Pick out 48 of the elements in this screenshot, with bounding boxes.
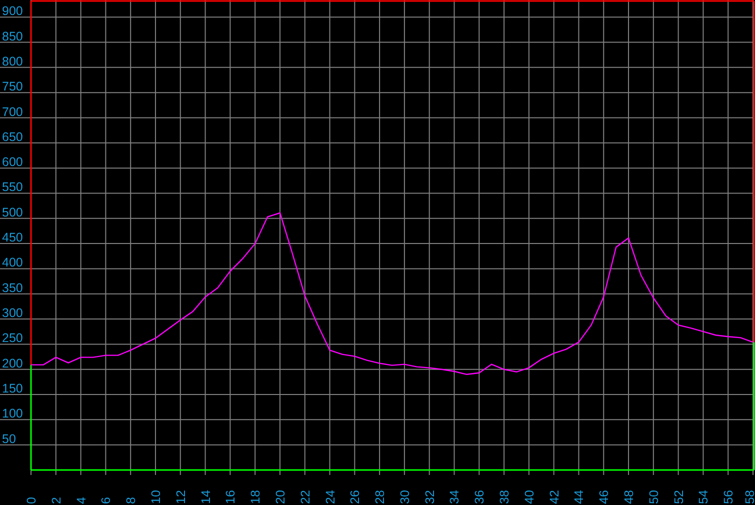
- x-tick-label: 34: [448, 490, 462, 504]
- y-tick-label: 350: [2, 280, 23, 295]
- y-tick-label: 600: [2, 155, 23, 170]
- y-tick-label: 200: [2, 356, 23, 370]
- y-tick-label: 450: [2, 230, 23, 245]
- x-tick-label: 32: [422, 490, 437, 504]
- y-tick-label: 750: [2, 80, 23, 94]
- x-tick-label: 26: [348, 490, 362, 504]
- x-tick-label: 4: [74, 497, 88, 504]
- x-tick-label: 58: [743, 490, 755, 504]
- y-tick-label: 800: [2, 54, 23, 68]
- x-tick-label: 40: [522, 490, 536, 504]
- y-tick-label: 700: [2, 104, 23, 119]
- x-tick-label: 38: [498, 490, 512, 504]
- x-tick-label: 48: [622, 490, 636, 504]
- x-tick-label: 56: [722, 490, 736, 504]
- y-tick-label: 300: [2, 306, 23, 320]
- y-tick-label: 850: [2, 29, 23, 44]
- x-tick-label: 24: [323, 490, 338, 504]
- y-tick-label: 650: [2, 130, 23, 144]
- y-tick-label: 400: [2, 256, 23, 270]
- x-tick-label: 36: [472, 490, 487, 504]
- x-tick-label: 10: [148, 490, 163, 504]
- x-tick-label: 14: [198, 490, 213, 504]
- x-tick-label: 20: [273, 490, 288, 504]
- y-tick-label: 50: [2, 432, 16, 446]
- x-tick-label: 50: [646, 490, 661, 504]
- y-tick-label: 100: [2, 406, 23, 421]
- x-tick-label: 46: [597, 490, 612, 504]
- x-tick-label: 22: [298, 490, 312, 504]
- y-tick-label: 900: [2, 4, 23, 18]
- x-tick-label: 52: [672, 490, 686, 504]
- x-tick-label: 54: [696, 490, 711, 504]
- x-tick-label: 42: [547, 490, 562, 504]
- x-tick-label: 2: [49, 497, 64, 504]
- x-tick-label: 30: [398, 490, 412, 504]
- x-tick-label: 12: [174, 490, 188, 504]
- x-tick-label: 6: [99, 497, 114, 504]
- y-tick-label: 550: [2, 180, 23, 194]
- x-tick-label: 16: [224, 490, 238, 504]
- x-tick-label: 8: [124, 497, 138, 504]
- y-tick-label: 150: [2, 382, 23, 396]
- x-tick-label: 28: [373, 490, 388, 504]
- y-tick-label: 500: [2, 205, 23, 220]
- x-tick-label: 44: [572, 490, 586, 504]
- y-tick-label: 250: [2, 331, 23, 346]
- x-tick-label: 18: [248, 490, 263, 504]
- x-tick-label: 0: [24, 497, 38, 504]
